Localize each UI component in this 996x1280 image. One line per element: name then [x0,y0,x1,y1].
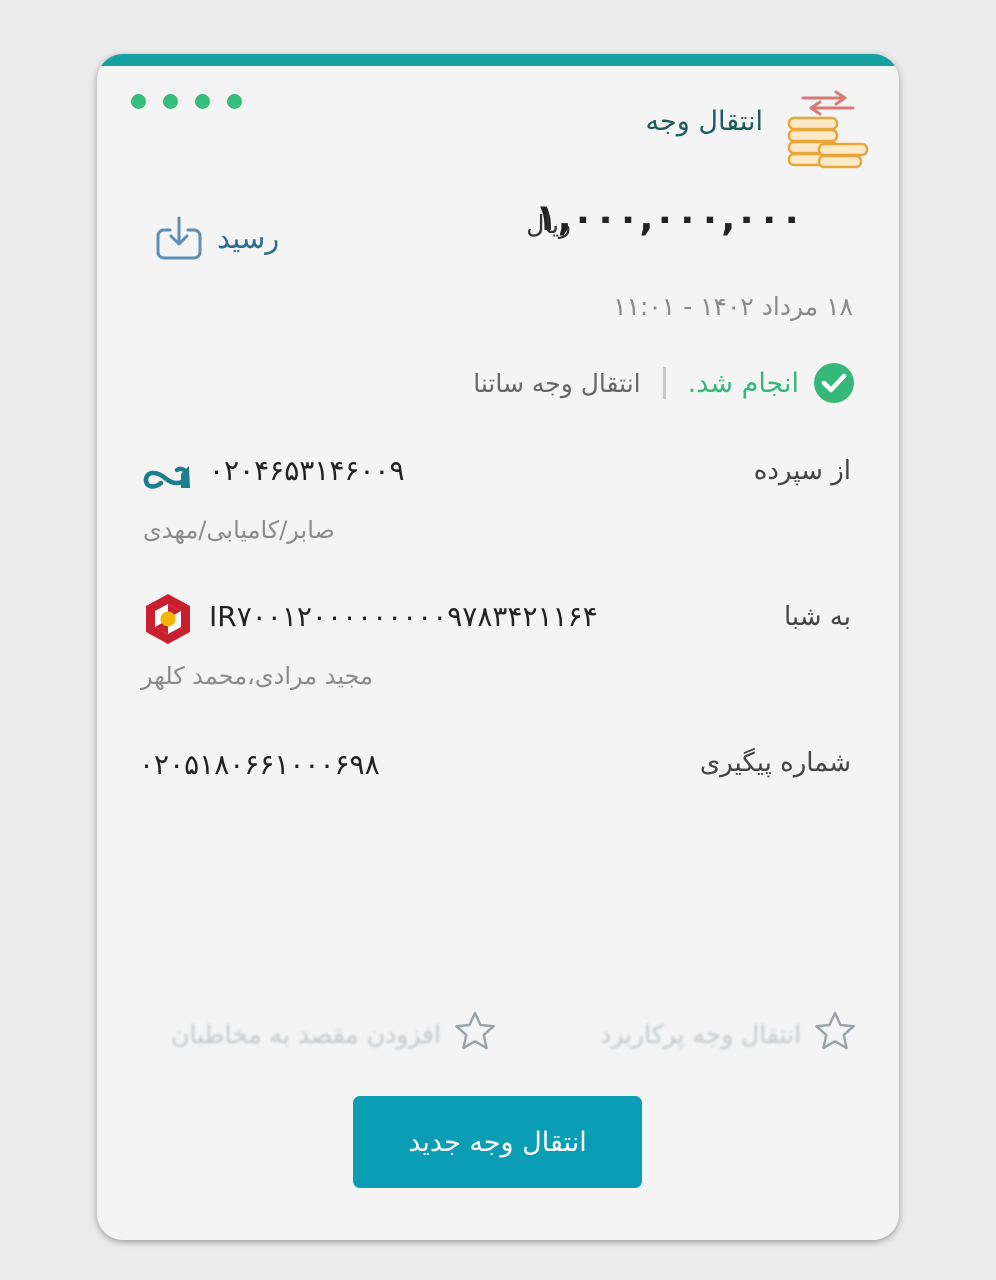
destination-iban: IR۷۰۰۱۲۰۰۰۰۰۰۰۰۰۹۷۸۳۴۲۱۱۶۴ [209,600,598,633]
source-account-number: ۰۲۰۴۶۵۳۱۴۶۰۰۹ [209,454,405,487]
add-to-contacts-toggle[interactable]: افزودن مقصد به مخاطبان [171,1020,441,1049]
dot-icon [195,94,210,109]
currency-label: ریال [526,210,571,239]
card-top-accent [97,54,899,66]
dot-icon [163,94,178,109]
transfer-amount: ۱,۰۰۰,۰۰۰,۰۰۰ [535,196,803,239]
transaction-datetime: ۱۸ مرداد ۱۴۰۲ - ۱۱:۰۱ [613,292,853,321]
receipt-label: رسید [217,221,280,255]
star-icon[interactable] [813,1010,857,1052]
status-text: انجام شد. [687,367,799,399]
tracking-number: ۰۲۰۵۱۸۰۶۶۱۰۰۰۶۹۸ [139,748,380,781]
from-account-label: از سپرده [753,456,851,486]
receipt-download-button[interactable]: رسید [155,214,279,262]
to-iban-label: به شبا [784,602,851,632]
bank-melli-logo-icon [146,594,190,644]
dot-icon [131,94,146,109]
destination-account-owner: مجید مرادی،محمد کلهر [141,662,373,690]
money-transfer-icon [787,90,869,169]
more-options-dots[interactable] [131,94,242,109]
page-title: انتقال وجه [645,106,763,137]
source-bank-logo-icon [143,466,190,489]
transaction-status: انجام شد. انتقال وجه ساتنا [473,362,855,404]
transfer-type: انتقال وجه ساتنا [473,368,641,398]
download-icon [156,216,202,260]
source-account-owner: صابر/کامیابی/مهدی [143,516,335,544]
check-circle-icon [814,363,854,403]
tracking-number-label: شماره پیگیری [699,748,851,778]
status-divider [662,367,666,399]
transfer-receipt-card: انتقال وجه ۱,۰۰۰,۰۰۰,۰۰۰ ریال رسید ۱۸ مر… [97,54,899,1240]
dot-icon [227,94,242,109]
frequent-transfer-toggle[interactable]: انتقال وجه پرکاربرد [600,1020,801,1049]
star-icon[interactable] [453,1010,497,1052]
new-transfer-button[interactable]: انتقال وجه جدید [353,1096,642,1188]
